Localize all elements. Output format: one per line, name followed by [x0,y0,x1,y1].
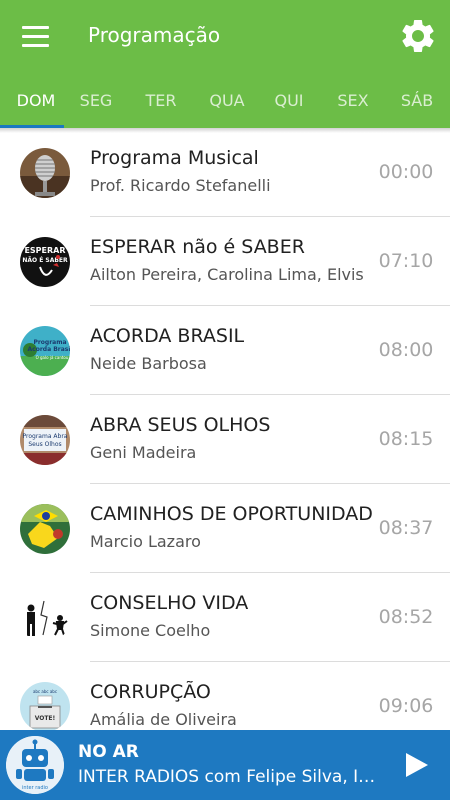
program-row-programa-musical[interactable]: Programa Musical Prof. Ricardo Stefanell… [0,128,450,217]
tab-qui[interactable]: QUI [257,78,321,128]
program-row-corrupcao[interactable]: abc abc abc VOTE! CORRUPÇÃO Amália de Oli… [0,662,450,730]
play-icon[interactable] [398,747,434,783]
tab-qua[interactable]: QUA [195,78,259,128]
program-time: 08:37 [378,517,434,539]
program-time: 00:00 [378,161,434,183]
svg-text:ESPERAR: ESPERAR [24,246,65,255]
vote-label: VOTE! [35,715,56,722]
program-row-abra-seus-olhos[interactable]: Programa Abra Seus Olhos ABRA SEUS OLHOS … [0,395,450,484]
page-title: Programação [88,23,221,47]
program-host: Amália de Oliveira [90,710,237,729]
ballot-box-vote-icon: abc abc abc VOTE! [20,682,70,730]
on-air-label: NO AR [78,742,139,762]
program-name: CORRUPÇÃO [90,681,211,703]
program-name: CONSELHO VIDA [90,592,249,614]
program-name: ESPERAR não é SABER [90,236,305,258]
svg-text:Programa Abra: Programa Abra [23,433,68,440]
program-time: 08:15 [378,428,434,450]
tab-dom[interactable]: DOM [4,78,68,128]
abra-seus-olhos-logo: Programa Abra Seus Olhos [20,415,70,465]
program-name: ABRA SEUS OLHOS [90,414,271,436]
svg-text:Seus Olhos: Seus Olhos [28,441,61,448]
hamburger-menu-icon[interactable] [14,18,56,54]
program-row-caminhos-de-oportunidades[interactable]: CAMINHOS DE OPORTUNIDADES Marcio Lazaro … [0,484,450,573]
program-host: Ailton Pereira, Carolina Lima, Elvis [90,265,364,284]
program-list[interactable]: Programa Musical Prof. Ricardo Stefanell… [0,128,450,730]
program-name: CAMINHOS DE OPORTUNIDADES [90,503,372,525]
tab-sab[interactable]: SÁB [385,78,449,128]
svg-text:O galo já cantou: O galo já cantou [36,355,69,360]
esperar-nao-e-saber-logo: ESPERAR NÃO É SABER [20,237,70,287]
app-bar: Programação DOM SEG TER QUA QUI SEX SÁB [0,0,450,128]
program-row-acorda-brasil[interactable]: Programa Acorda Brasil O galo já cantou AC… [0,306,450,395]
app-bar-shadow [0,128,450,133]
program-host: Prof. Ricardo Stefanelli [90,176,271,195]
program-row-conselho-vida[interactable]: CONSELHO VIDA Simone Coelho 08:52 [0,573,450,662]
program-time: 08:00 [378,339,434,361]
program-time: 08:52 [378,606,434,628]
tab-sex[interactable]: SEX [321,78,385,128]
now-playing-bar[interactable]: inter radio NO AR INTER RADIOS com Felip… [0,730,450,800]
svg-text:Acorda Brasil: Acorda Brasil [28,346,70,353]
svg-text:inter radio: inter radio [22,785,48,791]
program-time: 09:06 [378,695,434,717]
program-name: Programa Musical [90,147,259,169]
program-name: ACORDA BRASIL [90,325,245,347]
people-figures-icon [20,593,70,643]
svg-text:abc abc abc: abc abc abc [33,689,57,694]
program-row-esperar-nao-e-saber[interactable]: ESPERAR NÃO É SABER ESPERAR não é SABER A… [0,217,450,306]
program-host: Neide Barbosa [90,354,207,373]
day-tabs: DOM SEG TER QUA QUI SEX SÁB [0,78,450,128]
now-playing-text: INTER RADIOS com Felipe Silva, Isabela [78,767,382,787]
program-time: 07:10 [378,250,434,272]
program-host: Geni Madeira [90,443,197,462]
gear-icon[interactable] [398,16,438,56]
brazil-flag-map-icon [20,504,70,554]
inter-radio-robot-logo: inter radio [6,736,64,794]
vintage-microphone-icon [20,148,70,198]
tab-seg[interactable]: SEG [64,78,128,128]
svg-text:NÃO É SABER: NÃO É SABER [22,256,68,264]
acorda-brasil-logo: Programa Acorda Brasil O galo já cantou [20,326,70,376]
svg-text:Programa: Programa [33,339,66,346]
program-host: Marcio Lazaro [90,532,201,551]
program-host: Simone Coelho [90,621,211,640]
tab-ter[interactable]: TER [129,78,193,128]
